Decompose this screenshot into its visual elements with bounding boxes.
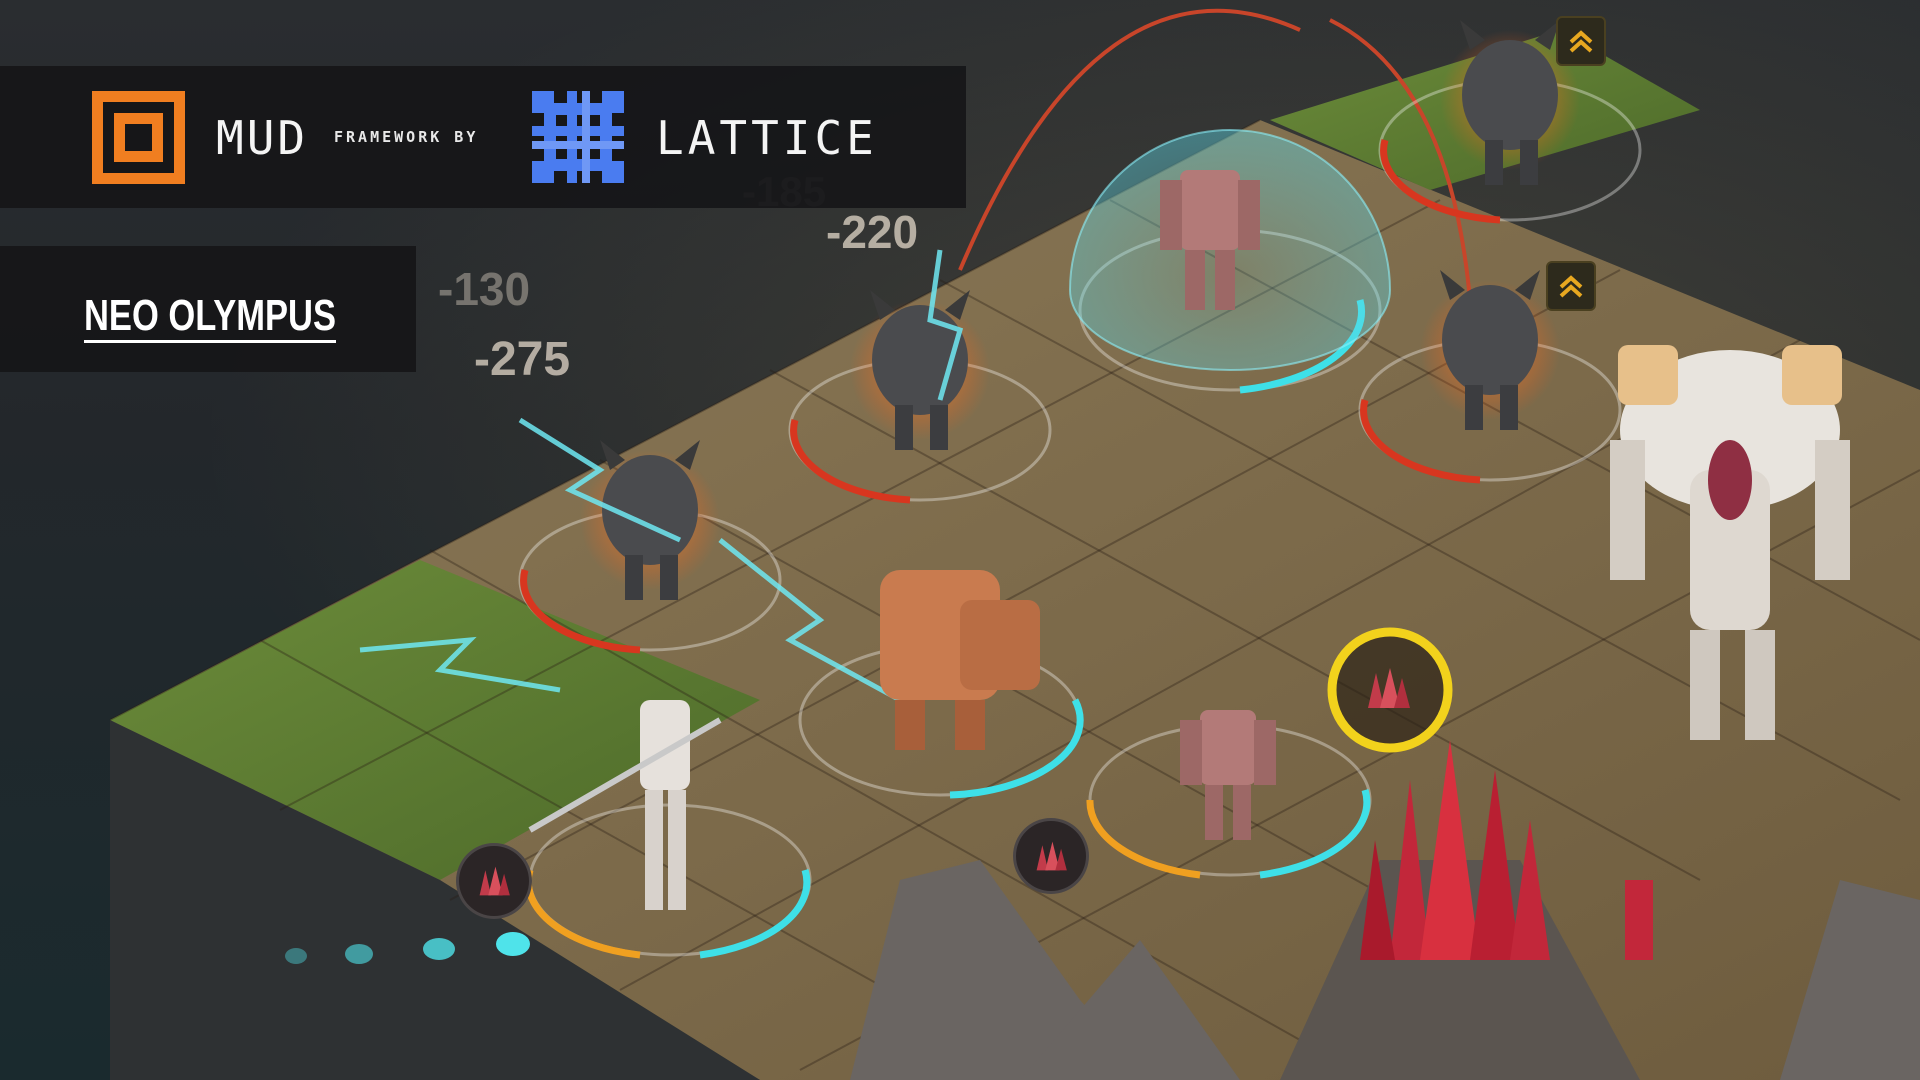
sponsor-banner: MUD FRAMEWORK BY LATTICE xyxy=(0,66,966,208)
crystal-icon xyxy=(1036,841,1067,871)
damage-number: -130 xyxy=(438,263,531,315)
crystal-icon xyxy=(479,866,510,896)
framework-by-label: FRAMEWORK BY xyxy=(334,128,479,146)
lattice-logo xyxy=(532,91,624,183)
svg-text:NEO OLYMPUS: NEO OLYMPUS xyxy=(84,291,336,340)
chevron-up-icon xyxy=(1559,275,1583,298)
damage-number: -275 xyxy=(474,333,571,386)
damage-number: -220 xyxy=(826,206,919,258)
crystal-token[interactable] xyxy=(1353,653,1423,723)
crystal-icon xyxy=(1368,668,1410,708)
game-logo-banner: NEO OLYMPUS xyxy=(0,246,416,372)
crystal-token[interactable] xyxy=(1013,818,1089,894)
upgrade-badge xyxy=(1546,261,1596,311)
upgrade-badge xyxy=(1556,16,1606,66)
game-scene: -185 -220 -130 -275 MUD FRAMEWORK BY xyxy=(0,0,1920,1080)
mud-logo xyxy=(92,91,185,184)
neo-olympus-logo: NEO OLYMPUS xyxy=(84,291,336,343)
mud-label: MUD xyxy=(216,111,309,165)
crystal-token[interactable] xyxy=(456,843,532,919)
lattice-label: LATTICE xyxy=(656,111,878,165)
chevron-up-icon xyxy=(1569,30,1593,53)
